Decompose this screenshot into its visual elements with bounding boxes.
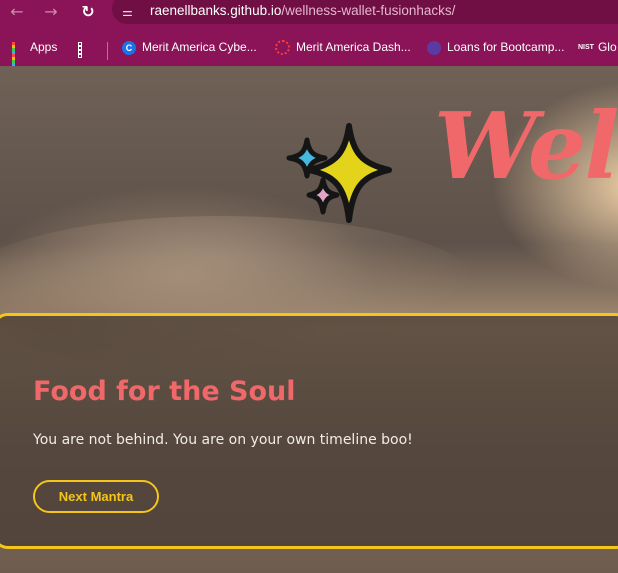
ring-icon xyxy=(275,40,290,56)
bookmark-loans[interactable]: Loans for Bootcamp... xyxy=(427,38,564,56)
url-domain: raenellbanks.github.io xyxy=(150,3,282,18)
url-text[interactable]: raenellbanks.github.io/wellness-wallet-f… xyxy=(150,3,455,18)
back-arrow-icon[interactable]: ← xyxy=(6,2,28,22)
browser-chrome: ← → ↻ ⚌ raenellbanks.github.io/wellness-… xyxy=(0,0,618,69)
bookmarks-bar: Apps C Merit America Cybe... Merit Americ… xyxy=(0,34,618,69)
bookmark-loans-label: Loans for Bootcamp... xyxy=(447,40,565,54)
browser-toolbar: ← → ↻ ⚌ raenellbanks.github.io/wellness-… xyxy=(0,0,618,26)
tiles-icon xyxy=(78,41,90,58)
apps-grid-icon xyxy=(12,41,24,69)
forward-arrow-icon[interactable]: → xyxy=(40,2,62,22)
site-settings-icon[interactable]: ⚌ xyxy=(122,4,138,20)
bookmark-nist[interactable]: NIST Glo xyxy=(578,38,617,56)
merit-c-icon: C xyxy=(122,40,136,55)
bookmark-merit-cyber[interactable]: C Merit America Cybe... xyxy=(122,38,257,56)
next-mantra-button[interactable]: Next Mantra xyxy=(33,480,159,513)
mantra-text: You are not behind. You are on your own … xyxy=(33,432,413,448)
sparkles-icon xyxy=(286,123,392,223)
hero-title: Wel xyxy=(434,92,618,200)
globe-icon xyxy=(427,40,441,55)
reload-icon[interactable]: ↻ xyxy=(77,2,99,22)
bookmark-merit-dash[interactable]: Merit America Dash... xyxy=(275,38,411,56)
bookmark-merit-dash-label: Merit America Dash... xyxy=(296,40,411,54)
bookmark-apps-label: Apps xyxy=(30,40,58,54)
mantra-card: Food for the Soul You are not behind. Yo… xyxy=(0,313,618,549)
url-path: /wellness-wallet-fusionhacks/ xyxy=(281,3,456,18)
address-bar[interactable]: ⚌ raenellbanks.github.io/wellness-wallet… xyxy=(112,0,618,24)
bookmark-merit-cyber-label: Merit America Cybe... xyxy=(142,40,257,54)
bookmark-apps[interactable]: Apps xyxy=(12,38,58,69)
bookmarks-separator xyxy=(107,42,108,60)
bookmark-tiles[interactable] xyxy=(78,38,96,58)
bookmark-nist-label: Glo xyxy=(597,40,617,54)
nist-icon: NIST xyxy=(578,43,594,51)
card-title: Food for the Soul xyxy=(33,376,296,407)
